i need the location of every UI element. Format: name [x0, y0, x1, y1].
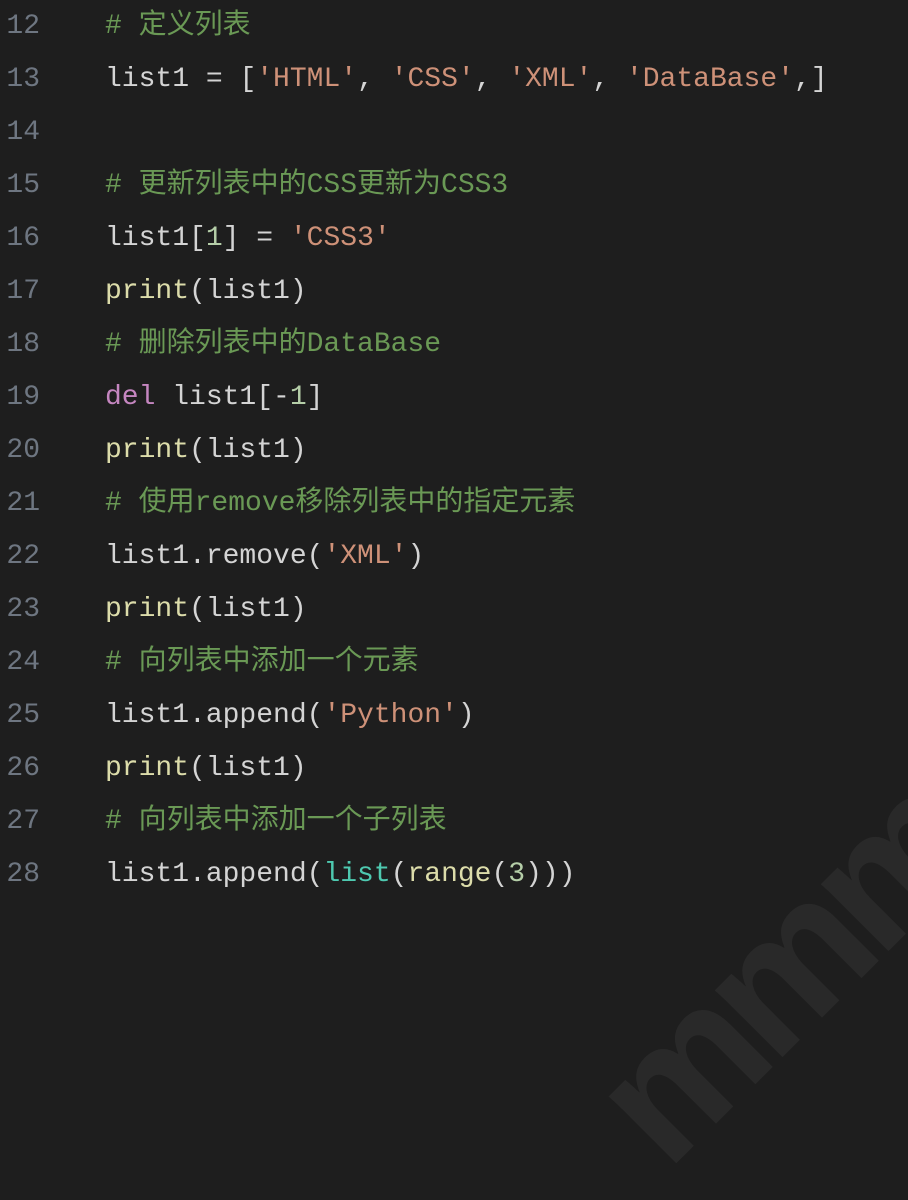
code-line[interactable]: # 使用remove移除列表中的指定元素 [105, 477, 908, 530]
token-punct: [ [223, 64, 257, 95]
line-number: 19 [0, 371, 40, 424]
token-punct: ( [491, 859, 508, 890]
code-line[interactable]: print(list1) [105, 742, 908, 795]
token-string: 'CSS3' [290, 223, 391, 254]
code-line[interactable]: list1 = ['HTML', 'CSS', 'XML', 'DataBase… [105, 53, 908, 106]
line-number: 23 [0, 583, 40, 636]
token-comment: # 使用remove移除列表中的指定元素 [105, 488, 575, 519]
token-variable: (list1) [189, 753, 307, 784]
code-content[interactable]: # 定义列表list1 = ['HTML', 'CSS', 'XML', 'Da… [55, 0, 908, 901]
token-variable: ] [223, 223, 257, 254]
token-variable: (list1) [189, 594, 307, 625]
line-number: 21 [0, 477, 40, 530]
token-comment: # 删除列表中的DataBase [105, 329, 441, 360]
token-builtin: print [105, 594, 189, 625]
line-number: 16 [0, 212, 40, 265]
token-variable: ) [407, 541, 424, 572]
token-variable: (list1) [189, 435, 307, 466]
token-builtin: print [105, 276, 189, 307]
token-number: 1 [206, 223, 223, 254]
token-variable: list1[ [155, 382, 273, 413]
token-variable: list1.append( [105, 859, 323, 890]
token-punct [273, 223, 290, 254]
line-number: 27 [0, 795, 40, 848]
code-line[interactable]: # 向列表中添加一个元素 [105, 636, 908, 689]
code-line[interactable]: # 向列表中添加一个子列表 [105, 795, 908, 848]
code-line[interactable]: print(list1) [105, 265, 908, 318]
code-line[interactable]: # 删除列表中的DataBase [105, 318, 908, 371]
line-number: 13 [0, 53, 40, 106]
line-number: 12 [0, 0, 40, 53]
token-string: 'XML' [508, 64, 592, 95]
code-line[interactable]: print(list1) [105, 424, 908, 477]
token-func: list [323, 859, 390, 890]
line-number: 28 [0, 848, 40, 901]
token-number: 3 [508, 859, 525, 890]
code-line[interactable]: list1[1] = 'CSS3' [105, 212, 908, 265]
code-editor[interactable]: 1213141516171819202122232425262728 # 定义列… [0, 0, 908, 901]
token-comment: # 更新列表中的CSS更新为CSS3 [105, 170, 508, 201]
token-variable: list1 [105, 64, 206, 95]
token-builtin: range [407, 859, 491, 890]
code-line[interactable]: # 更新列表中的CSS更新为CSS3 [105, 159, 908, 212]
code-line[interactable]: list1.append('Python') [105, 689, 908, 742]
token-builtin: print [105, 435, 189, 466]
token-variable: ] [307, 382, 324, 413]
token-string: 'DataBase' [626, 64, 794, 95]
token-variable: list1.append( [105, 700, 323, 731]
token-variable: list1[ [105, 223, 206, 254]
token-punct: ,] [794, 64, 828, 95]
token-string: 'HTML' [256, 64, 357, 95]
token-comment: # 向列表中添加一个子列表 [105, 806, 447, 837]
token-string: 'XML' [323, 541, 407, 572]
line-number: 24 [0, 636, 40, 689]
token-builtin: print [105, 753, 189, 784]
token-comment: # 向列表中添加一个元素 [105, 647, 419, 678]
line-number: 20 [0, 424, 40, 477]
line-number: 15 [0, 159, 40, 212]
code-line[interactable] [105, 106, 908, 159]
code-line[interactable]: list1.remove('XML') [105, 530, 908, 583]
token-punct: ))) [525, 859, 575, 890]
token-operator: = [206, 64, 223, 95]
token-keyword: del [105, 382, 155, 413]
code-line[interactable]: # 定义列表 [105, 0, 908, 53]
token-comment: # 定义列表 [105, 11, 251, 42]
token-string: 'CSS' [391, 64, 475, 95]
token-punct: , [475, 64, 509, 95]
line-number: 22 [0, 530, 40, 583]
line-number: 26 [0, 742, 40, 795]
line-number-gutter: 1213141516171819202122232425262728 [0, 0, 55, 901]
token-punct: , [357, 64, 391, 95]
line-number: 14 [0, 106, 40, 159]
token-operator: = [256, 223, 273, 254]
token-string: 'Python' [323, 700, 457, 731]
code-line[interactable]: list1.append(list(range(3))) [105, 848, 908, 901]
token-variable: ) [458, 700, 475, 731]
token-variable: list1.remove( [105, 541, 323, 572]
token-number: 1 [290, 382, 307, 413]
code-line[interactable]: print(list1) [105, 583, 908, 636]
token-punct: ( [391, 859, 408, 890]
token-variable: (list1) [189, 276, 307, 307]
code-line[interactable]: del list1[-1] [105, 371, 908, 424]
line-number: 25 [0, 689, 40, 742]
token-punct: , [592, 64, 626, 95]
token-operator: - [273, 382, 290, 413]
line-number: 17 [0, 265, 40, 318]
line-number: 18 [0, 318, 40, 371]
